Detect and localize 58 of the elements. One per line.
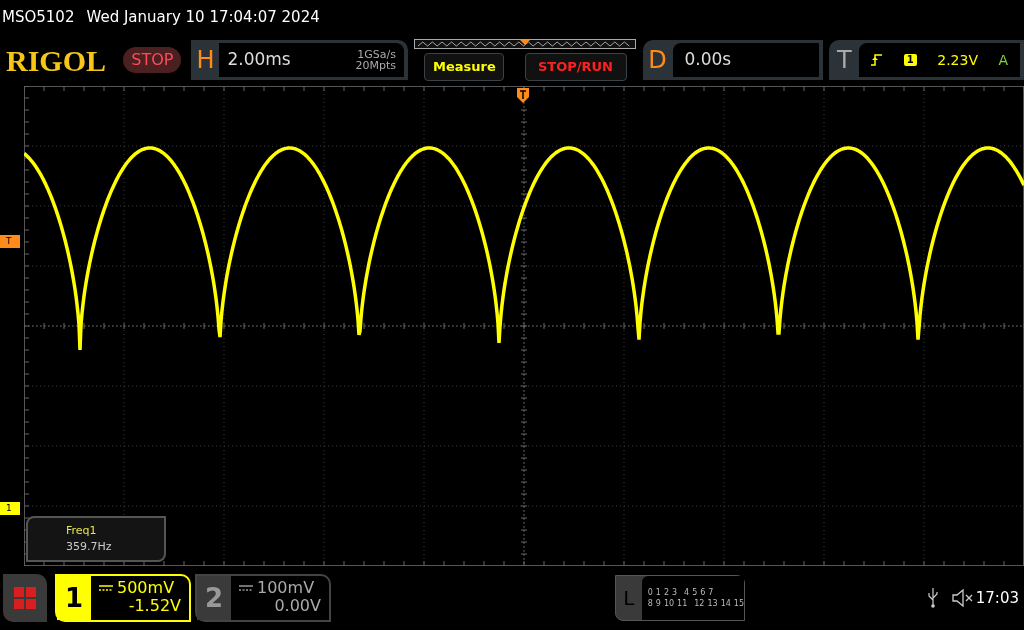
trigger-level: 2.23V — [937, 50, 978, 70]
trigger-panel[interactable]: T 1 2.23V A — [829, 40, 1024, 80]
dc-coupling-icon — [239, 584, 253, 592]
timebase-value: 2.00ms — [227, 48, 291, 72]
grid-icon — [14, 587, 36, 609]
trigger-label: T — [835, 45, 853, 76]
digital-channel-number: 2 — [663, 588, 669, 597]
digital-channel-number: 15 — [733, 599, 744, 608]
digital-channel-number: 8 — [647, 599, 653, 608]
delay-label: D — [647, 45, 668, 76]
dc-coupling-icon — [99, 584, 113, 592]
trigger-mode: A — [998, 50, 1008, 70]
date-time: Wed January 10 17:04:07 2024 — [86, 6, 320, 28]
digital-channel-number: 11 — [677, 599, 688, 608]
measurement-value: 359.7Hz — [66, 539, 113, 555]
trigger-position-marker — [517, 88, 529, 106]
clock-time: 17:03 — [975, 587, 1019, 609]
digital-channel-number: 13 — [707, 599, 718, 608]
logic-label: L — [622, 585, 636, 612]
measurement-name: Freq1 — [66, 522, 98, 539]
usb-icon — [927, 588, 938, 608]
vertical-scale: 500mV — [117, 580, 175, 596]
horizontal-label: H — [195, 45, 216, 76]
digital-channel-number: 1 — [655, 588, 661, 597]
run-status-badge: STOP — [123, 47, 182, 73]
channel-marker: 1 — [0, 502, 20, 515]
vertical-offset: -1.52V — [128, 596, 181, 616]
model-name: MSO5102 — [2, 6, 75, 28]
channel-panel[interactable]: 2 100mV 0.00V — [195, 574, 331, 622]
logic-panel[interactable]: L 0 1 2 3 4 5 6 7 8 9 10 11 12 13 14 15 — [615, 575, 745, 621]
digital-channel-number: 3 — [671, 588, 678, 597]
digital-channel-number: 6 — [700, 588, 706, 597]
sample-rate: 1GSa/s — [357, 49, 396, 60]
channel-number: 1 — [57, 576, 91, 620]
trigger-source-badge: 1 — [903, 54, 917, 66]
digital-channel-number: 10 — [663, 599, 675, 608]
memory-depth: 20Mpts — [355, 60, 396, 71]
measure-button[interactable]: Measure — [424, 53, 504, 81]
channel-panel[interactable]: 1 500mV -1.52V — [55, 574, 191, 622]
digital-channel-number: 12 — [694, 599, 705, 608]
digital-channel-number: 7 — [708, 588, 714, 597]
vertical-scale: 100mV — [257, 580, 315, 596]
vertical-offset: 0.00V — [274, 596, 321, 616]
menu-button[interactable] — [3, 574, 47, 622]
digital-channel-number: 9 — [655, 599, 661, 608]
brand-logo: RIGOL — [6, 42, 108, 79]
trigger-level-marker: T — [0, 235, 20, 248]
digital-channel-number: 4 — [684, 588, 690, 597]
delay-panel[interactable]: D 0.00s — [642, 40, 824, 80]
channel-number: 2 — [197, 576, 231, 620]
stop-run-button[interactable]: STOP/RUN — [524, 53, 627, 81]
digital-channel-number: 14 — [720, 599, 731, 608]
muted-speaker-icon — [951, 589, 974, 607]
delay-value: 0.00s — [684, 48, 732, 72]
horizontal-panel[interactable]: H 2.00ms 1GSa/s 20Mpts — [191, 40, 408, 80]
digital-channel-number: 5 — [692, 588, 698, 597]
rising-edge-icon — [871, 54, 884, 66]
digital-channel-number: 0 — [647, 588, 653, 597]
